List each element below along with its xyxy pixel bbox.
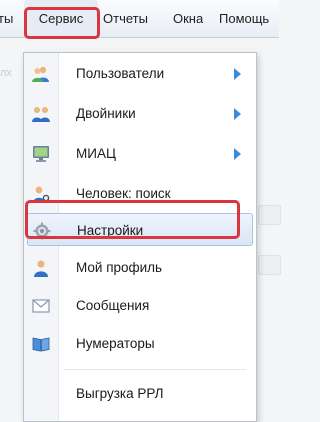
- person-search-icon: [31, 184, 51, 204]
- menu-item-label: Мой профиль: [76, 260, 163, 275]
- menu-item-label: Человек: поиск: [76, 186, 171, 201]
- menu-item-label: Пользователи: [76, 66, 165, 81]
- menu-item-numerators[interactable]: Нумераторы: [24, 327, 256, 360]
- menu-service[interactable]: Сервис: [24, 0, 98, 37]
- users-icon: [31, 64, 51, 84]
- menu-item-label: Настройки: [77, 223, 144, 238]
- service-dropdown-menu: Пользователи Двойники МИАЦ Человек: поис…: [23, 52, 257, 422]
- menu-item-export-rrl[interactable]: Выгрузка РРЛ: [24, 377, 256, 410]
- menu-item-label: Выгрузка РРЛ: [76, 386, 164, 401]
- background-text: лх: [0, 67, 12, 79]
- menu-item-duplicates[interactable]: Двойники: [24, 97, 256, 130]
- menu-separator: [64, 369, 246, 370]
- menu-item-messages[interactable]: Сообщения: [24, 289, 256, 322]
- menu-item-profile[interactable]: Мой профиль: [24, 251, 256, 284]
- menu-windows[interactable]: Окна: [173, 0, 203, 37]
- menu-item-settings[interactable]: Настройки: [27, 213, 253, 246]
- submenu-arrow-icon: [234, 148, 241, 160]
- menu-item-miac[interactable]: МИАЦ: [24, 137, 256, 170]
- menu-prev-cut[interactable]: ты: [0, 0, 20, 37]
- envelope-icon: [31, 296, 51, 316]
- menu-reports[interactable]: Отчеты: [103, 0, 148, 37]
- menu-item-label: Нумераторы: [76, 336, 155, 351]
- book-icon: [31, 334, 51, 354]
- monitor-icon: [31, 144, 51, 164]
- menu-item-person-search[interactable]: Человек: поиск: [24, 177, 256, 210]
- menu-help[interactable]: Помощь: [219, 0, 281, 37]
- menu-item-label: Сообщения: [76, 298, 150, 313]
- menubar: ты Сервис Отчеты Окна Помощь: [0, 0, 279, 38]
- menu-item-label: МИАЦ: [76, 146, 116, 161]
- background-field: [258, 205, 281, 225]
- submenu-arrow-icon: [234, 68, 241, 80]
- gear-icon: [32, 221, 52, 241]
- background-field: [258, 255, 281, 275]
- menu-item-users[interactable]: Пользователи: [24, 57, 256, 90]
- profile-icon: [31, 258, 51, 278]
- menu-item-label: Двойники: [76, 106, 136, 121]
- submenu-arrow-icon: [234, 108, 241, 120]
- duplicates-icon: [31, 104, 51, 124]
